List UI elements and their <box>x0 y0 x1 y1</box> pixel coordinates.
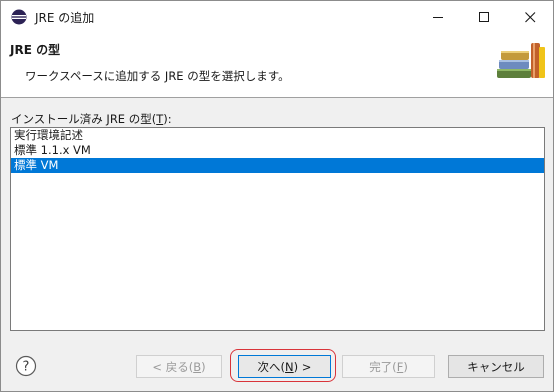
list-item-execution-environment[interactable]: 実行環境記述 <box>11 128 544 143</box>
list-item-standard-11x-vm[interactable]: 標準 1.1.x VM <box>11 143 544 158</box>
svg-text:?: ? <box>23 360 30 375</box>
help-icon[interactable]: ? <box>15 355 37 377</box>
dialog-window: JRE の追加 JRE の型 ワークスペースに追加する JRE の型を選択します… <box>0 0 554 392</box>
maximize-button[interactable] <box>461 1 507 33</box>
title-bar[interactable]: JRE の追加 <box>1 1 553 33</box>
minimize-icon <box>432 16 443 18</box>
page-description: ワークスペースに追加する JRE の型を選択します。 <box>25 69 290 83</box>
cancel-button[interactable]: キャンセル <box>448 355 544 378</box>
finish-button[interactable]: 完了(F) <box>342 355 435 378</box>
window-title: JRE の追加 <box>35 11 95 25</box>
maximize-icon <box>478 11 489 22</box>
page-title: JRE の型 <box>10 43 61 57</box>
list-item-standard-vm[interactable]: 標準 VM <box>11 158 544 173</box>
wizard-header: JRE の型 ワークスペースに追加する JRE の型を選択します。 <box>1 33 553 98</box>
jre-type-list[interactable]: 実行環境記述 標準 1.1.x VM 標準 VM <box>10 127 545 331</box>
jre-type-list-label: インストール済み JRE の型(T): <box>11 112 172 126</box>
close-icon <box>524 11 535 22</box>
back-button[interactable]: < 戻る(B) <box>136 355 222 378</box>
eclipse-app-icon <box>11 9 27 25</box>
next-button[interactable]: 次へ(N) > <box>238 355 331 378</box>
close-button[interactable] <box>507 1 553 33</box>
library-books-icon <box>497 43 545 78</box>
minimize-button[interactable] <box>415 1 461 33</box>
